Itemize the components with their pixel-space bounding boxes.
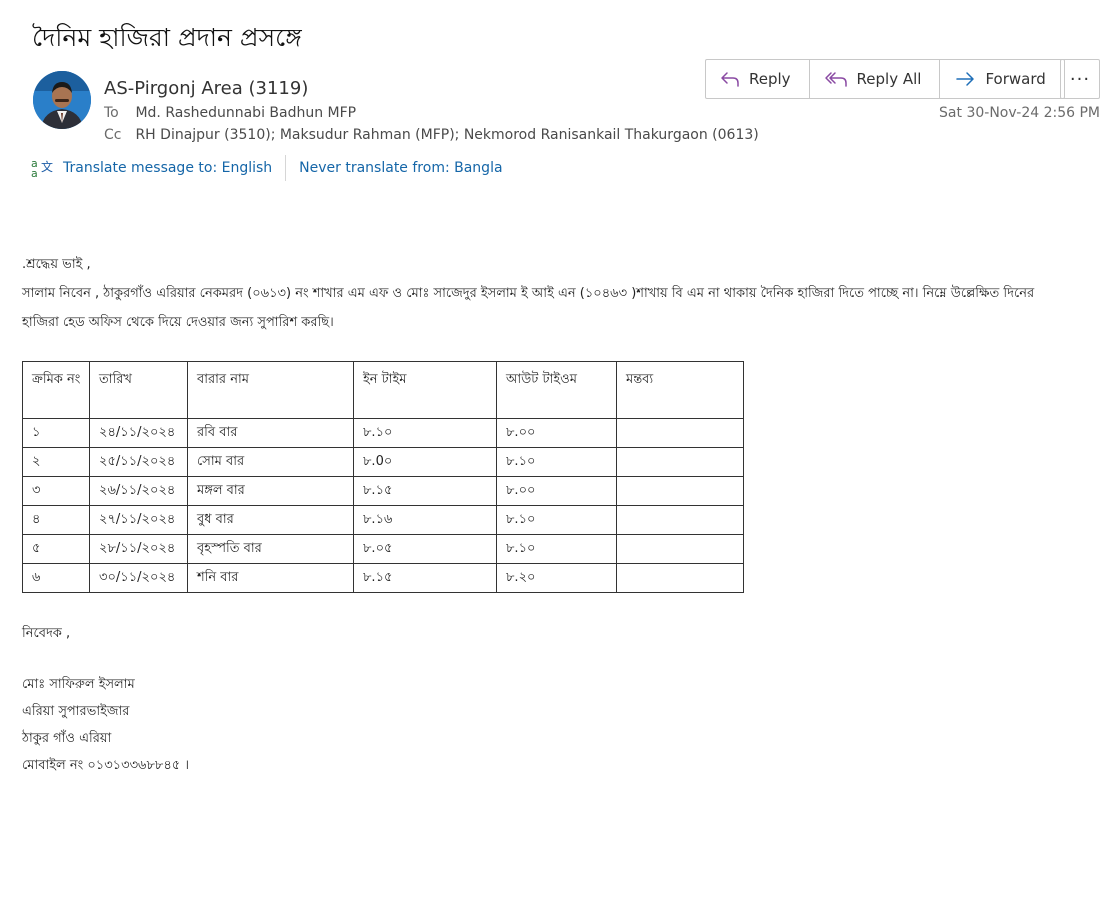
header-date: তারিখ — [89, 361, 188, 419]
cc-label: Cc — [104, 127, 122, 143]
cell-serial: ৪ — [22, 505, 90, 535]
body-line-2: হাজিরা হেড অফিস থেকে দিয়ে দেওয়ার জন্য … — [22, 315, 334, 330]
cell-serial: ৬ — [22, 563, 90, 593]
table-row: ৪ ২৭/১১/২০২৪ বুধ বার ৮.১৬ ৮.১০ — [22, 505, 744, 535]
cell-date: ২৪/১১/২০২৪ — [89, 418, 188, 448]
to-recipients[interactable]: Md. Rashedunnabi Badhun MFP — [135, 105, 356, 121]
cell-date: ৩০/১১/২০২৪ — [89, 563, 188, 593]
cell-remarks — [616, 505, 744, 535]
table-header-row: ক্রমিক নং তারিখ বারার নাম ইন টাইম আউট টা… — [22, 361, 744, 419]
cell-date: ২৭/১১/২০২৪ — [89, 505, 188, 535]
reply-button[interactable]: Reply — [706, 60, 810, 98]
sign-mobile: মোবাইল নং ০১৩১৩৩৬৮৮৪৫ । — [22, 758, 189, 771]
cell-out-time: ৮.০০ — [496, 476, 617, 506]
sender-name[interactable]: AS-Pirgonj Area (3119) — [104, 78, 308, 99]
cell-remarks — [616, 534, 744, 564]
cell-in-time: ৮.১৫ — [353, 476, 497, 506]
cell-date: ২৮/১১/২০২৪ — [89, 534, 188, 564]
sign-name: মোঃ সাফিরুল ইসলাম — [22, 677, 135, 692]
cell-in-time: ৮.১৬ — [353, 505, 497, 535]
cell-remarks — [616, 563, 744, 593]
reply-all-button[interactable]: Reply All — [810, 60, 941, 98]
cc-row: Cc RH Dinajpur (3510); Maksudur Rahman (… — [104, 127, 759, 143]
reply-icon — [721, 72, 739, 87]
cell-date: ২৬/১১/২০২৪ — [89, 476, 188, 506]
sent-date: Sat 30-Nov-24 2:56 PM — [939, 105, 1100, 121]
cell-day: সোম বার — [187, 447, 354, 477]
attendance-table: ক্রমিক নং তারিখ বারার নাম ইন টাইম আউট টা… — [22, 361, 744, 593]
cell-day: রবি বার — [187, 418, 354, 448]
header-serial: ক্রমিক নং — [22, 361, 90, 419]
table-row: ২ ২৫/১১/২০২৪ সোম বার ৮.0০ ৮.১০ — [22, 447, 744, 477]
sign-area: ঠাকুর গাঁও এরিয়া — [22, 731, 112, 746]
more-icon: ··· — [1069, 68, 1091, 90]
header-out-time: আউট টাইওম — [496, 361, 617, 419]
to-label: To — [104, 105, 119, 121]
table-row: ৩ ২৬/১১/২০২৪ মঙ্গল বার ৮.১৫ ৮.০০ — [22, 476, 744, 506]
table-row: ১ ২৪/১১/২০২৪ রবি বার ৮.১০ ৮.০০ — [22, 418, 744, 448]
email-subject: দৈনিম হাজিরা প্রদান প্রসঙ্গে — [32, 23, 302, 52]
cell-in-time: ৮.১৫ — [353, 563, 497, 593]
header-in-time: ইন টাইম — [353, 361, 497, 419]
cell-out-time: ৮.১০ — [496, 534, 617, 564]
sender-avatar[interactable] — [33, 71, 91, 129]
cell-serial: ৫ — [22, 534, 90, 564]
forward-icon — [956, 72, 975, 86]
translate-to-link[interactable]: Translate message to: English — [63, 160, 272, 176]
header-remarks: মন্তব্য — [616, 361, 744, 419]
cell-date: ২৫/১১/২০২৪ — [89, 447, 188, 477]
svg-text:a: a — [31, 167, 38, 179]
greeting: .শ্রদ্ধেয় ভাই , — [22, 257, 91, 272]
cell-remarks — [616, 476, 744, 506]
reply-all-icon — [824, 72, 847, 87]
svg-text:文: 文 — [41, 159, 53, 174]
header-day: বারার নাম — [187, 361, 354, 419]
reply-label: Reply — [749, 70, 791, 88]
cell-in-time: ৮.০৫ — [353, 534, 497, 564]
more-actions-button[interactable]: ··· — [1060, 59, 1100, 99]
table-row: ৫ ২৮/১১/২০২৪ বৃহস্পতি বার ৮.০৫ ৮.১০ — [22, 534, 744, 564]
translate-icon: a a 文 — [31, 157, 53, 179]
cell-in-time: ৮.১০ — [353, 418, 497, 448]
cell-serial: ৩ — [22, 476, 90, 506]
cell-day: মঙ্গল বার — [187, 476, 354, 506]
forward-button[interactable]: Forward — [940, 60, 1063, 98]
cell-day: বৃহস্পতি বার — [187, 534, 354, 564]
signature-block: নিবেদক , মোঃ সাফিরুল ইসলাম এরিয়া সুপারভ… — [22, 620, 189, 771]
sign-closing: নিবেদক , — [22, 626, 71, 641]
signature-viewport: নিবেদক , মোঃ সাফিরুল ইসলাম এরিয়া সুপারভ… — [0, 620, 400, 771]
cell-day: শনি বার — [187, 563, 354, 593]
cell-day: বুধ বার — [187, 505, 354, 535]
never-translate-link[interactable]: Never translate from: Bangla — [299, 160, 502, 176]
table-row: ৬ ৩০/১১/২০২৪ শনি বার ৮.১৫ ৮.২০ — [22, 563, 744, 593]
cell-remarks — [616, 418, 744, 448]
avatar-photo — [33, 71, 91, 129]
reply-toolbar: Reply Reply All Forward — [705, 59, 1065, 99]
message-body: .শ্রদ্ধেয় ভাই , সালাম নিবেন , ঠাকুরগাঁও… — [22, 250, 1092, 337]
cell-out-time: ৮.১০ — [496, 447, 617, 477]
cell-in-time: ৮.0০ — [353, 447, 497, 477]
cell-out-time: ৮.১০ — [496, 505, 617, 535]
cell-remarks — [616, 447, 744, 477]
forward-label: Forward — [985, 70, 1046, 88]
translate-bar: a a 文 Translate message to: English Neve… — [30, 155, 503, 181]
reply-all-label: Reply All — [856, 70, 922, 88]
sign-title: এরিয়া সুপারভাইজার — [22, 704, 130, 719]
cc-recipients[interactable]: RH Dinajpur (3510); Maksudur Rahman (MFP… — [135, 127, 758, 143]
translate-divider — [285, 155, 287, 181]
cell-serial: ২ — [22, 447, 90, 477]
body-line-1: সালাম নিবেন , ঠাকুরগাঁও এরিয়ার নেকমরদ (… — [22, 286, 1035, 301]
to-row: To Md. Rashedunnabi Badhun MFP — [104, 105, 356, 121]
cell-out-time: ৮.০০ — [496, 418, 617, 448]
cell-serial: ১ — [22, 418, 90, 448]
sign-spacer — [22, 647, 189, 671]
cell-out-time: ৮.২০ — [496, 563, 617, 593]
